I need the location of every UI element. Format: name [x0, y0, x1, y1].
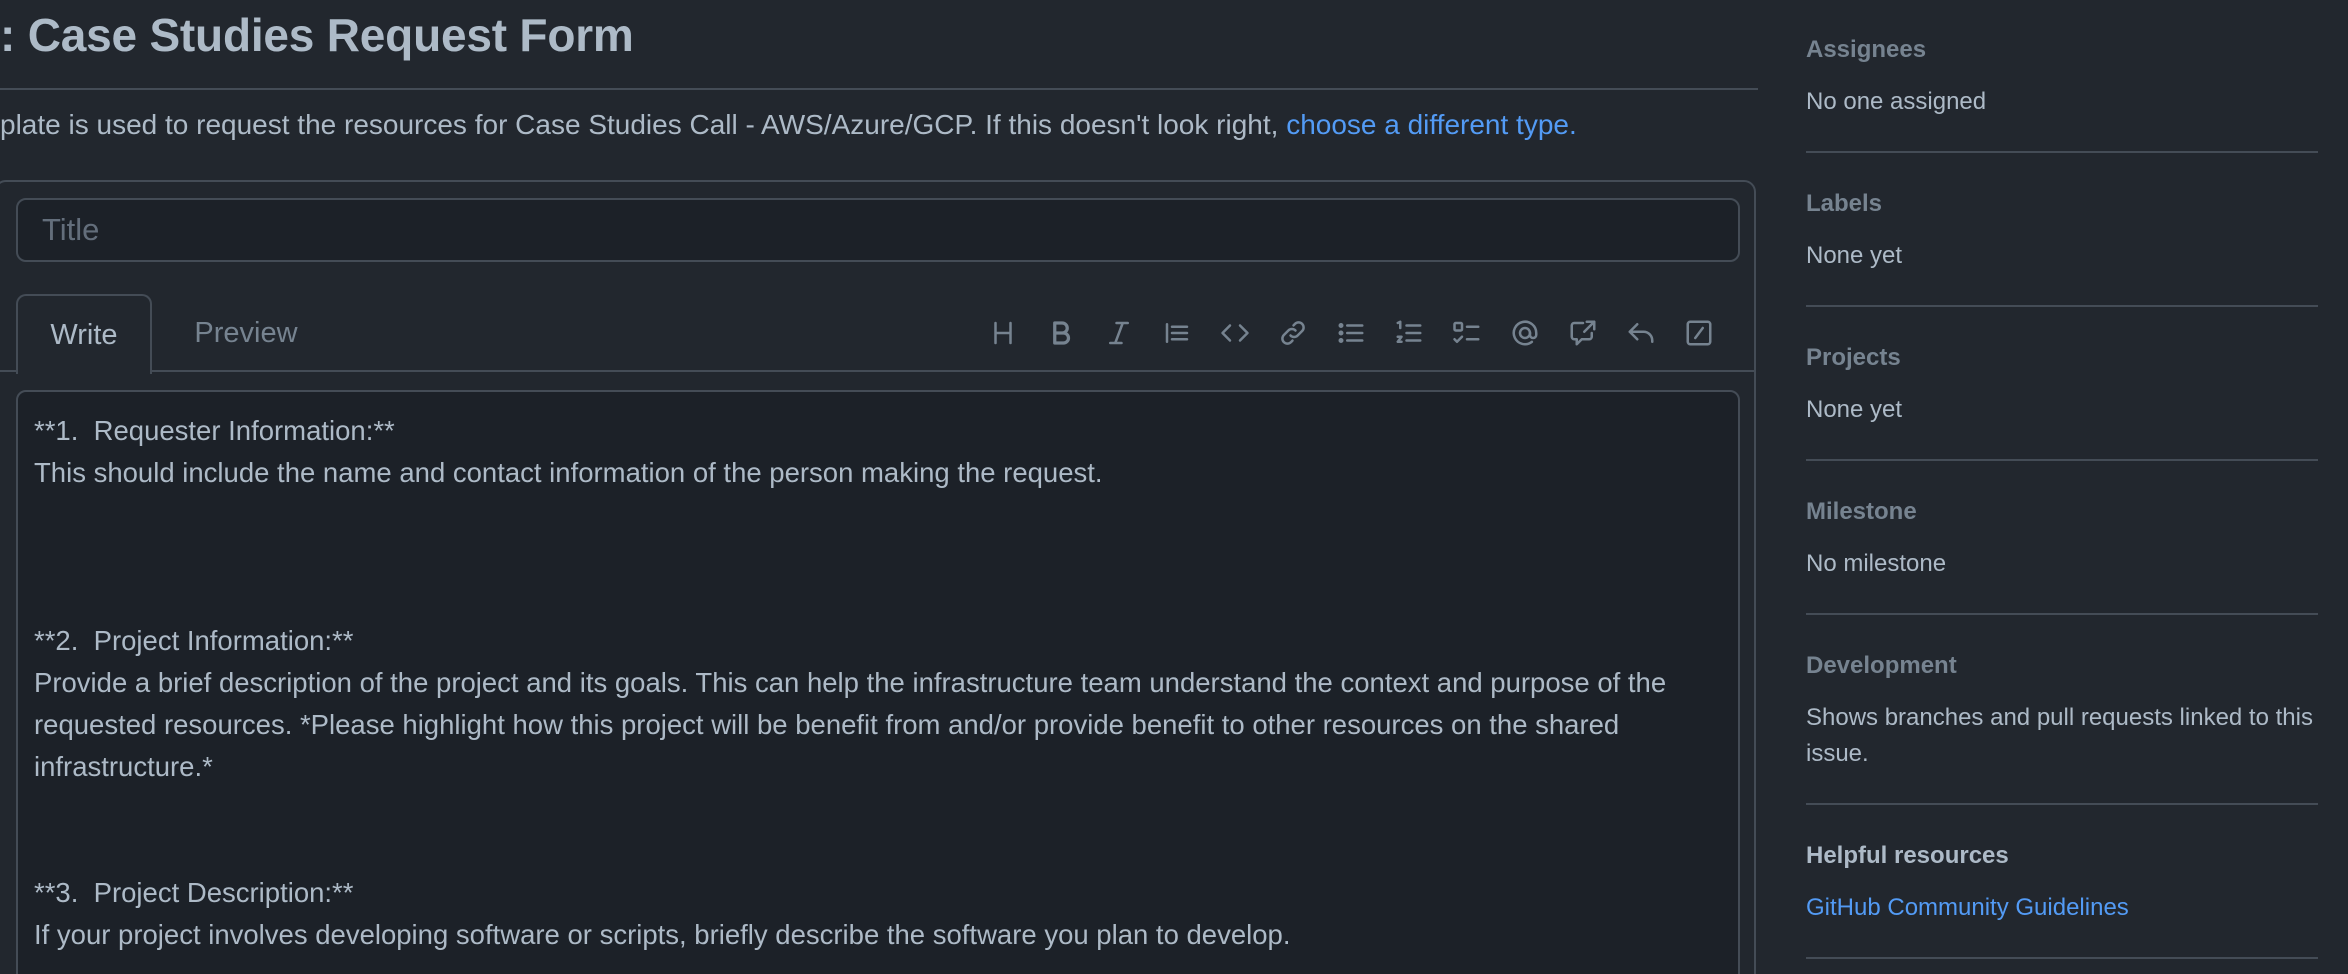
section-3-heading: **3. Project Description:** [34, 877, 354, 908]
quote-button[interactable] [1154, 310, 1200, 356]
section-2-text: Provide a brief description of the proje… [34, 667, 1674, 782]
unordered-list-button[interactable] [1328, 310, 1374, 356]
milestone-value: No milestone [1806, 550, 1947, 577]
sidebar-divider [1806, 459, 2318, 461]
assignees-heading[interactable]: Assignees [1806, 36, 1926, 64]
quote-icon [1165, 323, 1189, 343]
slash-command-button[interactable] [1676, 310, 1722, 356]
sidebar-divider [1806, 957, 2318, 959]
blank-lines [34, 494, 1722, 620]
section-1-heading: **1. Requester Information:** [34, 415, 395, 446]
issue-body-editor[interactable]: **1. Requester Information:** This shoul… [16, 390, 1740, 974]
heading-button[interactable] [980, 310, 1026, 356]
ordered-list-button[interactable] [1386, 310, 1432, 356]
community-guidelines-link[interactable]: GitHub Community Guidelines [1806, 894, 2129, 922]
section-3-text: If your project involves developing soft… [34, 919, 1291, 950]
slash-command-icon [1686, 320, 1712, 346]
choose-different-type-link[interactable]: choose a different type. [1286, 109, 1577, 140]
cross-reference-icon [1570, 320, 1596, 346]
unordered-list-icon [1338, 323, 1364, 343]
issue-sidebar: Assignees No one assigned Labels None ye… [1806, 0, 2318, 974]
code-icon [1221, 324, 1249, 342]
helpful-resources-heading: Helpful resources [1806, 842, 2009, 869]
bold-icon [1053, 321, 1071, 345]
section-2-heading: **2. Project Information:** [34, 625, 354, 656]
main-column: : Case Studies Request Form plate is use… [0, 0, 1758, 974]
issue-title-input[interactable] [16, 198, 1740, 262]
italic-icon [1109, 321, 1129, 345]
link-button[interactable] [1270, 310, 1316, 356]
template-note: plate is used to request the resources f… [0, 109, 1577, 141]
projects-value: None yet [1806, 396, 1903, 423]
assignees-value: No one assigned [1806, 88, 1987, 115]
development-heading: Development [1806, 652, 1957, 679]
mention-button[interactable] [1502, 310, 1548, 356]
sidebar-divider [1806, 305, 2318, 307]
sidebar-divider [1806, 151, 2318, 153]
blank-lines [34, 788, 1722, 872]
task-list-button[interactable] [1444, 310, 1490, 356]
tab-preview[interactable]: Preview [166, 294, 326, 372]
sidebar-divider [1806, 613, 2318, 615]
page-title: : Case Studies Request Form [0, 9, 634, 61]
code-button[interactable] [1212, 310, 1258, 356]
task-list-icon [1453, 321, 1480, 343]
cross-reference-button[interactable] [1560, 310, 1606, 356]
projects-heading[interactable]: Projects [1806, 344, 1901, 372]
ordered-list-icon [1396, 320, 1422, 343]
title-divider [0, 88, 1758, 90]
issue-new-page: : Case Studies Request Form plate is use… [0, 0, 2348, 974]
heading-icon [994, 321, 1012, 345]
milestone-heading[interactable]: Milestone [1806, 498, 1917, 526]
tab-write[interactable]: Write [16, 294, 152, 374]
labels-heading[interactable]: Labels [1806, 190, 1882, 218]
saved-reply-icon [1628, 323, 1654, 343]
template-note-text: plate is used to request the resources f… [0, 109, 1287, 140]
mention-icon [1512, 320, 1538, 346]
bold-button[interactable] [1038, 310, 1084, 356]
development-description: Shows branches and pull requests linked … [1806, 704, 2313, 767]
section-1-text: This should include the name and contact… [34, 457, 1103, 488]
italic-button[interactable] [1096, 310, 1142, 356]
sidebar-divider [1806, 803, 2318, 805]
labels-value: None yet [1806, 242, 1903, 269]
markdown-toolbar [980, 310, 1734, 356]
saved-reply-button[interactable] [1618, 310, 1664, 356]
link-icon [1281, 321, 1305, 345]
